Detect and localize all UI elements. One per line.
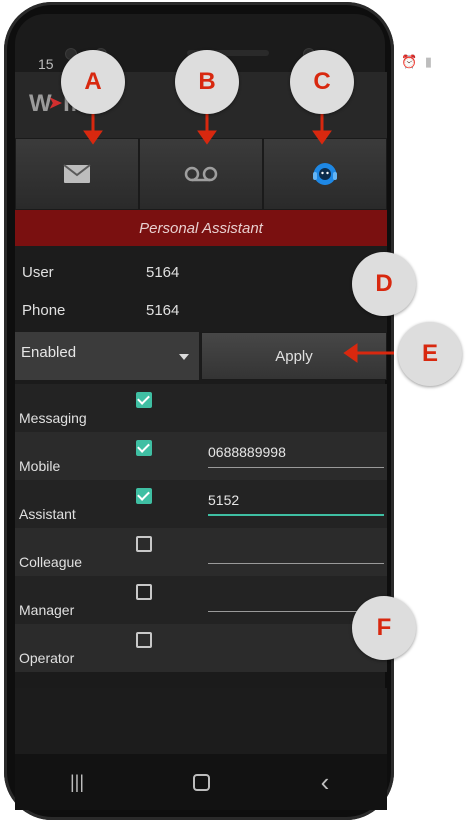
callout-arrows: [83, 106, 394, 363]
callout-a: A: [61, 50, 125, 114]
callout-f: F: [352, 596, 416, 660]
callout-b: B: [175, 50, 239, 114]
callout-d: D: [352, 252, 416, 316]
callout-e: E: [398, 322, 462, 386]
callout-c: C: [290, 50, 354, 114]
